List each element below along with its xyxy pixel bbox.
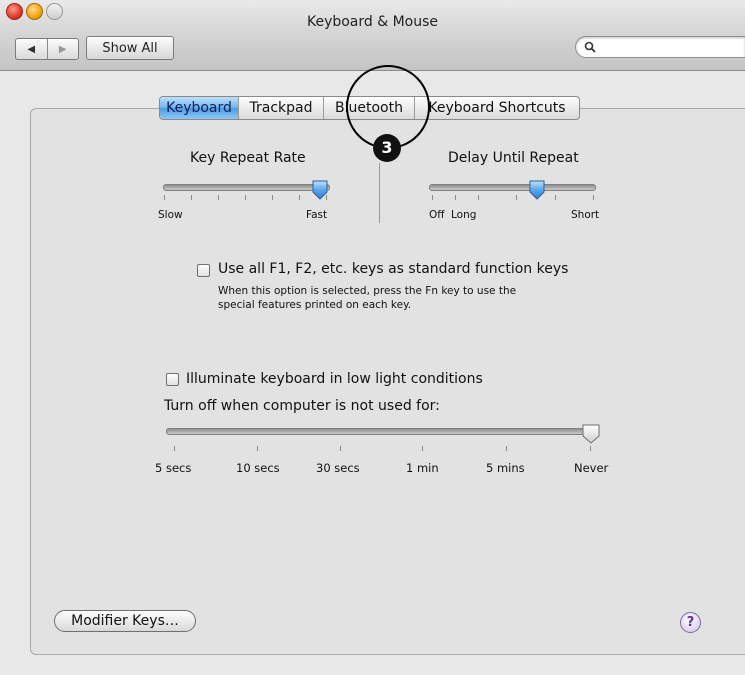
help-button[interactable]: ? xyxy=(680,612,701,633)
function-keys-help-line2: special features printed on each key. xyxy=(218,299,412,311)
slider-tick xyxy=(590,446,591,451)
slider-tick xyxy=(422,446,423,451)
magnifier-icon xyxy=(584,41,596,53)
slider-tick xyxy=(432,195,433,200)
key-repeat-title: Key Repeat Rate xyxy=(190,150,306,166)
slider-tick xyxy=(478,195,479,200)
function-keys-checkbox[interactable] xyxy=(197,264,210,277)
slider-tick xyxy=(506,446,507,451)
key-repeat-slider-track[interactable] xyxy=(163,184,330,191)
tab-keyboard-shortcuts[interactable]: Keyboard Shortcuts xyxy=(414,97,579,119)
delay-repeat-title: Delay Until Repeat xyxy=(448,150,579,166)
show-all-button[interactable]: Show All xyxy=(86,36,174,60)
tab-trackpad[interactable]: Trackpad xyxy=(238,97,323,119)
search-input[interactable] xyxy=(600,39,744,57)
search-field[interactable] xyxy=(575,36,745,58)
modifier-keys-button[interactable]: Modifier Keys… xyxy=(54,610,196,632)
slider-tick xyxy=(174,446,175,451)
delay-repeat-slider-knob[interactable] xyxy=(529,180,545,200)
slider-tick xyxy=(218,195,219,200)
slider-tick xyxy=(593,195,594,200)
turn-off-tick-label: Never xyxy=(574,461,609,475)
slider-tick xyxy=(516,195,517,200)
turn-off-tick-label: 5 secs xyxy=(155,461,192,475)
function-keys-help-line1: When this option is selected, press the … xyxy=(218,285,517,297)
turn-off-label: Turn off when computer is not used for: xyxy=(164,398,440,414)
tab-keyboard[interactable]: Keyboard xyxy=(160,97,238,119)
turn-off-tick-label: 30 secs xyxy=(316,461,360,475)
back-forward-group: ◀ ▶ xyxy=(15,38,79,60)
forward-arrow-icon[interactable]: ▶ xyxy=(48,39,79,59)
slider-tick xyxy=(245,195,246,200)
delay-repeat-slider-track[interactable] xyxy=(429,184,596,191)
function-keys-label: Use all F1, F2, etc. keys as standard fu… xyxy=(218,261,569,277)
key-repeat-max-label: Fast xyxy=(306,209,328,221)
illuminate-label: Illuminate keyboard in low light conditi… xyxy=(186,371,483,387)
slider-tick xyxy=(555,195,556,200)
turn-off-tick-label: 1 min xyxy=(406,461,439,475)
callout-number-badge: 3 xyxy=(373,134,401,162)
slider-tick xyxy=(455,195,456,200)
back-arrow-icon[interactable]: ◀ xyxy=(16,39,48,59)
turn-off-slider-track[interactable] xyxy=(166,428,597,435)
key-repeat-min-label: Slow xyxy=(158,209,183,221)
slider-tick xyxy=(272,195,273,200)
key-repeat-slider-knob[interactable] xyxy=(312,180,328,200)
slider-tick xyxy=(299,195,300,200)
window-titlebar: Keyboard & Mouse ◀ ▶ Show All xyxy=(0,0,745,71)
turn-off-tick-label: 5 mins xyxy=(486,461,525,475)
delay-repeat-off-label: Off xyxy=(429,209,445,221)
illuminate-checkbox[interactable] xyxy=(166,373,179,386)
turn-off-tick-label: 10 secs xyxy=(236,461,280,475)
turn-off-slider-knob[interactable] xyxy=(582,424,600,444)
delay-repeat-min-label: Long xyxy=(451,209,477,221)
slider-divider xyxy=(379,163,380,223)
window-title: Keyboard & Mouse xyxy=(306,14,439,30)
slider-tick xyxy=(191,195,192,200)
slider-tick xyxy=(257,446,258,451)
slider-tick xyxy=(164,195,165,200)
slider-tick xyxy=(340,446,341,451)
delay-repeat-max-label: Short xyxy=(571,209,600,221)
